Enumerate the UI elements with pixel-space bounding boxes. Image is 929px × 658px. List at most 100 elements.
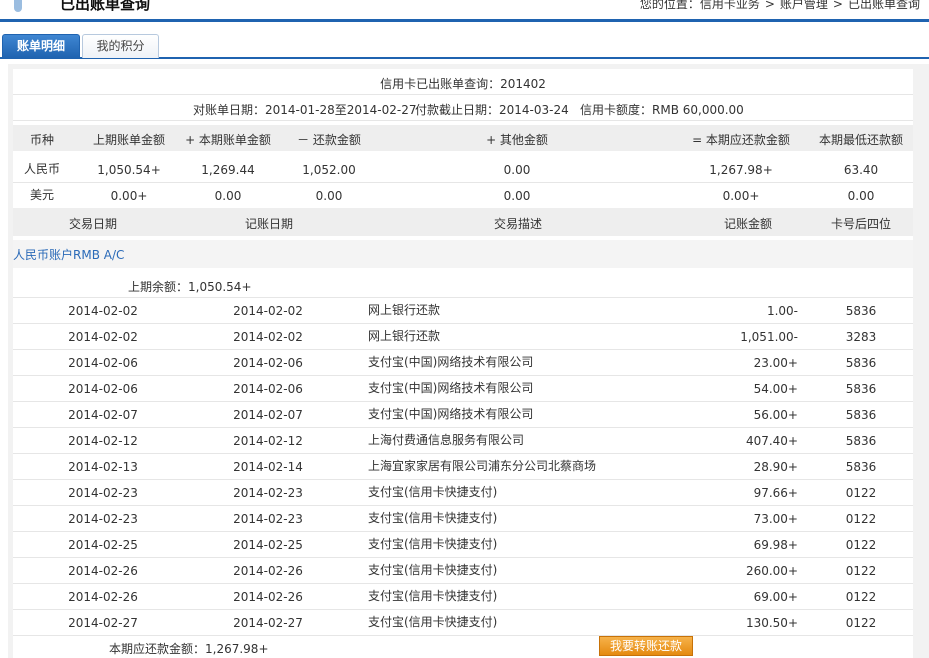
summary-header-previous: 上期账单金额 <box>92 133 165 147</box>
transaction-row: 2014-02-06 2014-02-06 支付宝(中国)网络技术有限公司 23.00… <box>13 350 913 376</box>
summary-row-usd: 美元 0.00+ 0.00 0.00 0.00 0.00+ 0.00 <box>13 183 913 209</box>
summary-cell: 0.00+ <box>110 189 148 203</box>
transaction-header-amount: 记账金额 <box>723 217 772 231</box>
transfer-repay-button[interactable]: 我要转账还款 <box>599 636 693 656</box>
transaction-description: 支付宝(信用卡快捷支付) <box>368 537 498 551</box>
tab-my-points[interactable]: 我的积分 <box>82 34 159 58</box>
transaction-date: 2014-02-25 <box>68 538 138 552</box>
transaction-date: 2014-02-12 <box>68 434 138 448</box>
summary-header-repayment: － 还款金额 <box>297 133 361 147</box>
transaction-date: 2014-02-13 <box>68 460 138 474</box>
transaction-row: 2014-02-23 2014-02-23 支付宝(信用卡快捷支付) 73.00+ 01… <box>13 506 913 532</box>
transaction-description: 网上银行还款 <box>368 303 441 317</box>
transaction-post-date: 2014-02-27 <box>233 616 303 630</box>
summary-cell: 人民币 <box>23 162 60 176</box>
total-due: 本期应还款金额：1,267.98+ <box>109 642 269 656</box>
statement-title: 信用卡已出账单查询：201402 <box>380 77 546 91</box>
opening-balance-row: 上期余额：1,050.54+ <box>13 272 913 298</box>
total-row: 本期应还款金额：1,267.98+ <box>13 634 913 658</box>
page-title: 已出账单查询 <box>60 0 151 13</box>
payment-due-date: 付款截止日期：2014-03-24 <box>415 103 569 117</box>
transaction-row: 2014-02-23 2014-02-23 支付宝(信用卡快捷支付) 97.66+ 01… <box>13 480 913 506</box>
transaction-card-last4: 0122 <box>845 486 877 500</box>
transaction-card-last4: 0122 <box>845 512 877 526</box>
transaction-description: 上海宜家家居有限公司浦东分公司北蔡商场 <box>368 459 597 473</box>
statement-cycle: 对账单日期：2014-01-28至2014-02-27 <box>193 103 417 117</box>
transaction-description: 支付宝(信用卡快捷支付) <box>368 589 498 603</box>
breadcrumb: 您的位置：信用卡业务 > 账户管理 > 已出账单查询 <box>640 0 920 12</box>
transaction-card-last4: 5836 <box>845 460 877 474</box>
summary-header-row: 币种 上期账单金额 + 本期账单金额 － 还款金额 + 其他金额 = 本期应还款… <box>13 125 913 151</box>
transaction-header-card: 卡号后四位 <box>830 217 891 231</box>
summary-cell: 63.40 <box>843 163 879 177</box>
header-marker-icon <box>14 0 22 12</box>
breadcrumb-item-credit-card[interactable]: 信用卡业务 <box>700 0 760 11</box>
transaction-row: 2014-02-12 2014-02-12 上海付费通信息服务有限公司 407.40+… <box>13 428 913 454</box>
transaction-description: 支付宝(信用卡快捷支付) <box>368 485 498 499</box>
transaction-post-date: 2014-02-25 <box>233 538 303 552</box>
transaction-description: 支付宝(中国)网络技术有限公司 <box>368 381 534 395</box>
transaction-row: 2014-02-02 2014-02-02 网上银行还款 1,051.00- 3283 <box>13 324 913 350</box>
transaction-description: 支付宝(信用卡快捷支付) <box>368 511 498 525</box>
transaction-post-date: 2014-02-23 <box>233 486 303 500</box>
summary-header-due: = 本期应还款金额 <box>692 133 790 147</box>
transaction-amount: 69.98+ <box>753 538 798 552</box>
summary-header-currency: 币种 <box>29 133 54 147</box>
transaction-card-last4: 5836 <box>845 304 877 318</box>
summary-row-rmb: 人民币 1,050.54+ 1,269.44 1,052.00 0.00 1,2… <box>13 157 913 183</box>
transaction-post-date: 2014-02-02 <box>233 330 303 344</box>
transaction-date: 2014-02-26 <box>68 564 138 578</box>
transaction-card-last4: 5836 <box>845 434 877 448</box>
transaction-card-last4: 5836 <box>845 408 877 422</box>
transaction-post-date: 2014-02-02 <box>233 304 303 318</box>
transaction-card-last4: 5836 <box>845 382 877 396</box>
transaction-amount: 1.00- <box>766 304 798 318</box>
transaction-post-date: 2014-02-06 <box>233 356 303 370</box>
breadcrumb-item-account[interactable]: 账户管理 <box>780 0 828 11</box>
transaction-date: 2014-02-23 <box>68 486 138 500</box>
transaction-card-last4: 3283 <box>845 330 877 344</box>
transaction-date: 2014-02-26 <box>68 590 138 604</box>
transaction-amount: 407.40+ <box>745 434 798 448</box>
transaction-card-last4: 0122 <box>845 590 877 604</box>
tab-statement-details[interactable]: 账单明细 <box>2 34 80 58</box>
transaction-header-date: 交易日期 <box>68 217 117 231</box>
summary-cell: 0.00 <box>214 189 242 203</box>
transaction-date: 2014-02-23 <box>68 512 138 526</box>
transaction-card-last4: 0122 <box>845 564 877 578</box>
transaction-post-date: 2014-02-12 <box>233 434 303 448</box>
summary-cell: 0.00+ <box>722 189 760 203</box>
page-header: 已出账单查询 您的位置：信用卡业务 > 账户管理 > 已出账单查询 <box>0 0 929 22</box>
transaction-row: 2014-02-27 2014-02-27 支付宝(信用卡快捷支付) 130.50+ 0… <box>13 610 913 636</box>
tab-bar: 账单明细 我的积分 <box>0 33 929 59</box>
transaction-header-description: 交易描述 <box>493 217 542 231</box>
transaction-card-last4: 0122 <box>845 538 877 552</box>
transaction-description: 支付宝(信用卡快捷支付) <box>368 563 498 577</box>
summary-cell: 0.00 <box>503 189 531 203</box>
transaction-row: 2014-02-13 2014-02-14 上海宜家家居有限公司浦东分公司北蔡商场 2… <box>13 454 913 480</box>
summary-cell: 1,269.44 <box>201 163 255 177</box>
opening-balance: 上期余额：1,050.54+ <box>128 280 252 294</box>
transaction-description: 支付宝(中国)网络技术有限公司 <box>368 407 534 421</box>
transaction-amount: 23.00+ <box>753 356 798 370</box>
breadcrumb-prefix: 您的位置： <box>639 0 700 11</box>
account-label-row: 人民币账户RMB A/C <box>13 240 913 268</box>
transaction-header-row: 交易日期 记账日期 交易描述 记账金额 卡号后四位 <box>13 208 913 236</box>
transaction-header-post-date: 记账日期 <box>244 217 293 231</box>
summary-cell: 0.00 <box>847 189 875 203</box>
transaction-amount: 260.00+ <box>745 564 798 578</box>
transaction-amount: 97.66+ <box>753 486 798 500</box>
summary-header-current: + 本期账单金额 <box>185 133 271 147</box>
transaction-description: 网上银行还款 <box>368 329 441 343</box>
summary-cell: 1,050.54+ <box>97 163 161 177</box>
transaction-card-last4: 0122 <box>845 616 877 630</box>
transaction-description: 支付宝(中国)网络技术有限公司 <box>368 355 534 369</box>
transaction-row: 2014-02-02 2014-02-02 网上银行还款 1.00- 5836 <box>13 298 913 324</box>
transaction-description: 支付宝(信用卡快捷支付) <box>368 615 498 629</box>
transaction-amount: 56.00+ <box>753 408 798 422</box>
summary-header-other: + 其他金额 <box>486 133 548 147</box>
transaction-post-date: 2014-02-14 <box>233 460 303 474</box>
transaction-row: 2014-02-26 2014-02-26 支付宝(信用卡快捷支付) 69.00+ 01… <box>13 584 913 610</box>
transaction-date: 2014-02-06 <box>68 356 138 370</box>
transaction-amount: 73.00+ <box>753 512 798 526</box>
